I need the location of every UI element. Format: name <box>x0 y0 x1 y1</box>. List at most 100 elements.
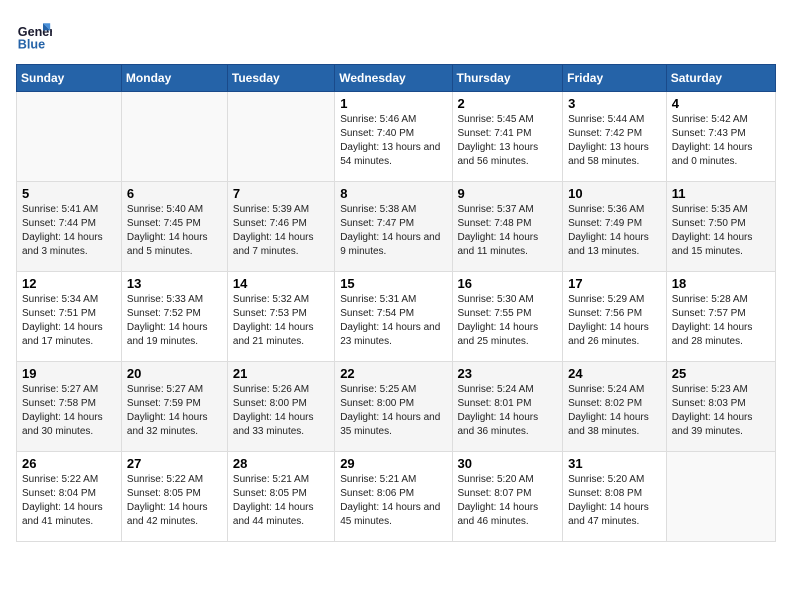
day-number: 10 <box>568 186 661 201</box>
header-saturday: Saturday <box>666 65 775 92</box>
calendar-cell: 29 Sunrise: 5:21 AM Sunset: 8:06 PM Dayli… <box>335 452 452 542</box>
calendar-cell: 20 Sunrise: 5:27 AM Sunset: 7:59 PM Dayli… <box>121 362 227 452</box>
day-info: Sunrise: 5:39 AM Sunset: 7:46 PM Dayligh… <box>233 203 329 259</box>
calendar-cell <box>666 452 775 542</box>
header-thursday: Thursday <box>452 65 563 92</box>
day-info: Sunrise: 5:40 AM Sunset: 7:45 PM Dayligh… <box>127 203 222 259</box>
day-info: Sunrise: 5:33 AM Sunset: 7:52 PM Dayligh… <box>127 293 222 349</box>
calendar-cell: 1Sunrise: 5:46 AM Sunset: 7:40 PM Daylig… <box>335 92 452 182</box>
day-number: 17 <box>568 276 661 291</box>
day-number: 1 <box>340 96 446 111</box>
day-info: Sunrise: 5:21 AM Sunset: 8:06 PM Dayligh… <box>340 473 446 529</box>
day-info: Sunrise: 5:23 AM Sunset: 8:03 PM Dayligh… <box>672 383 770 439</box>
day-info: Sunrise: 5:20 AM Sunset: 8:08 PM Dayligh… <box>568 473 661 529</box>
calendar-cell: 11 Sunrise: 5:35 AM Sunset: 7:50 PM Dayli… <box>666 182 775 272</box>
calendar-cell: 12 Sunrise: 5:34 AM Sunset: 7:51 PM Dayli… <box>17 272 122 362</box>
calendar-cell: 19 Sunrise: 5:27 AM Sunset: 7:58 PM Dayli… <box>17 362 122 452</box>
day-info: Sunrise: 5:27 AM Sunset: 7:58 PM Dayligh… <box>22 383 116 439</box>
day-number: 19 <box>22 366 116 381</box>
calendar-cell: 27Sunrise: 5:22 AM Sunset: 8:05 PM Dayli… <box>121 452 227 542</box>
day-number: 7 <box>233 186 329 201</box>
week-row-1: 5 Sunrise: 5:41 AM Sunset: 7:44 PM Daylig… <box>17 182 776 272</box>
calendar-cell: 25 Sunrise: 5:23 AM Sunset: 8:03 PM Dayli… <box>666 362 775 452</box>
day-number: 25 <box>672 366 770 381</box>
day-number: 26 <box>22 456 116 471</box>
day-info: Sunrise: 5:36 AM Sunset: 7:49 PM Dayligh… <box>568 203 661 259</box>
day-number: 21 <box>233 366 329 381</box>
calendar-cell: 21 Sunrise: 5:26 AM Sunset: 8:00 PM Dayli… <box>227 362 334 452</box>
day-info: Sunrise: 5:37 AM Sunset: 7:48 PM Dayligh… <box>458 203 558 259</box>
day-info: Sunrise: 5:30 AM Sunset: 7:55 PM Dayligh… <box>458 293 558 349</box>
day-number: 24 <box>568 366 661 381</box>
calendar-cell: 17 Sunrise: 5:29 AM Sunset: 7:56 PM Dayli… <box>563 272 667 362</box>
calendar-cell: 10 Sunrise: 5:36 AM Sunset: 7:49 PM Dayli… <box>563 182 667 272</box>
day-info: Sunrise: 5:28 AM Sunset: 7:57 PM Dayligh… <box>672 293 770 349</box>
calendar-cell: 18 Sunrise: 5:28 AM Sunset: 7:57 PM Dayli… <box>666 272 775 362</box>
day-info: Sunrise: 5:31 AM Sunset: 7:54 PM Dayligh… <box>340 293 446 349</box>
calendar-cell: 4Sunrise: 5:42 AM Sunset: 7:43 PM Daylig… <box>666 92 775 182</box>
calendar-cell: 3Sunrise: 5:44 AM Sunset: 7:42 PM Daylig… <box>563 92 667 182</box>
calendar-cell: 13 Sunrise: 5:33 AM Sunset: 7:52 PM Dayli… <box>121 272 227 362</box>
day-number: 6 <box>127 186 222 201</box>
calendar-cell: 7 Sunrise: 5:39 AM Sunset: 7:46 PM Daylig… <box>227 182 334 272</box>
calendar-cell: 14 Sunrise: 5:32 AM Sunset: 7:53 PM Dayli… <box>227 272 334 362</box>
day-info: Sunrise: 5:34 AM Sunset: 7:51 PM Dayligh… <box>22 293 116 349</box>
header-monday: Monday <box>121 65 227 92</box>
calendar-cell: 31 Sunrise: 5:20 AM Sunset: 8:08 PM Dayli… <box>563 452 667 542</box>
day-number: 22 <box>340 366 446 381</box>
calendar-cell: 26 Sunrise: 5:22 AM Sunset: 8:04 PM Dayli… <box>17 452 122 542</box>
calendar-cell: 6 Sunrise: 5:40 AM Sunset: 7:45 PM Daylig… <box>121 182 227 272</box>
calendar-cell: 2 Sunrise: 5:45 AM Sunset: 7:41 PM Daylig… <box>452 92 563 182</box>
logo-icon: General Blue <box>16 16 52 52</box>
calendar-cell: 28 Sunrise: 5:21 AM Sunset: 8:05 PM Dayli… <box>227 452 334 542</box>
day-info: Sunrise: 5:24 AM Sunset: 8:02 PM Dayligh… <box>568 383 661 439</box>
calendar-cell: 16Sunrise: 5:30 AM Sunset: 7:55 PM Dayli… <box>452 272 563 362</box>
header-tuesday: Tuesday <box>227 65 334 92</box>
calendar-header: SundayMondayTuesdayWednesdayThursdayFrid… <box>17 65 776 92</box>
day-number: 14 <box>233 276 329 291</box>
header-friday: Friday <box>563 65 667 92</box>
calendar-cell: 8Sunrise: 5:38 AM Sunset: 7:47 PM Daylig… <box>335 182 452 272</box>
day-number: 2 <box>458 96 558 111</box>
logo: General Blue <box>16 16 56 52</box>
header-wednesday: Wednesday <box>335 65 452 92</box>
day-number: 12 <box>22 276 116 291</box>
day-number: 13 <box>127 276 222 291</box>
day-number: 31 <box>568 456 661 471</box>
day-info: Sunrise: 5:22 AM Sunset: 8:04 PM Dayligh… <box>22 473 116 529</box>
day-info: Sunrise: 5:32 AM Sunset: 7:53 PM Dayligh… <box>233 293 329 349</box>
calendar-cell: 24 Sunrise: 5:24 AM Sunset: 8:02 PM Dayli… <box>563 362 667 452</box>
day-info: Sunrise: 5:26 AM Sunset: 8:00 PM Dayligh… <box>233 383 329 439</box>
day-number: 29 <box>340 456 446 471</box>
day-number: 20 <box>127 366 222 381</box>
day-number: 9 <box>458 186 558 201</box>
week-row-4: 26 Sunrise: 5:22 AM Sunset: 8:04 PM Dayli… <box>17 452 776 542</box>
day-number: 5 <box>22 186 116 201</box>
calendar-cell: 5 Sunrise: 5:41 AM Sunset: 7:44 PM Daylig… <box>17 182 122 272</box>
calendar-cell <box>121 92 227 182</box>
week-row-2: 12 Sunrise: 5:34 AM Sunset: 7:51 PM Dayli… <box>17 272 776 362</box>
week-row-3: 19 Sunrise: 5:27 AM Sunset: 7:58 PM Dayli… <box>17 362 776 452</box>
day-info: Sunrise: 5:24 AM Sunset: 8:01 PM Dayligh… <box>458 383 558 439</box>
day-info: Sunrise: 5:29 AM Sunset: 7:56 PM Dayligh… <box>568 293 661 349</box>
calendar-cell <box>17 92 122 182</box>
day-info: Sunrise: 5:41 AM Sunset: 7:44 PM Dayligh… <box>22 203 116 259</box>
day-info: Sunrise: 5:21 AM Sunset: 8:05 PM Dayligh… <box>233 473 329 529</box>
day-info: Sunrise: 5:27 AM Sunset: 7:59 PM Dayligh… <box>127 383 222 439</box>
day-info: Sunrise: 5:35 AM Sunset: 7:50 PM Dayligh… <box>672 203 770 259</box>
day-info: Sunrise: 5:45 AM Sunset: 7:41 PM Dayligh… <box>458 113 558 169</box>
calendar-cell <box>227 92 334 182</box>
day-number: 11 <box>672 186 770 201</box>
header-row: SundayMondayTuesdayWednesdayThursdayFrid… <box>17 65 776 92</box>
calendar-cell: 22 Sunrise: 5:25 AM Sunset: 8:00 PM Dayli… <box>335 362 452 452</box>
day-info: Sunrise: 5:44 AM Sunset: 7:42 PM Dayligh… <box>568 113 661 169</box>
day-number: 15 <box>340 276 446 291</box>
day-info: Sunrise: 5:25 AM Sunset: 8:00 PM Dayligh… <box>340 383 446 439</box>
day-number: 30 <box>458 456 558 471</box>
page-header: General Blue <box>16 16 776 52</box>
day-number: 28 <box>233 456 329 471</box>
calendar-table: SundayMondayTuesdayWednesdayThursdayFrid… <box>16 64 776 542</box>
calendar-cell: 23Sunrise: 5:24 AM Sunset: 8:01 PM Dayli… <box>452 362 563 452</box>
day-number: 18 <box>672 276 770 291</box>
day-info: Sunrise: 5:38 AM Sunset: 7:47 PM Dayligh… <box>340 203 446 259</box>
